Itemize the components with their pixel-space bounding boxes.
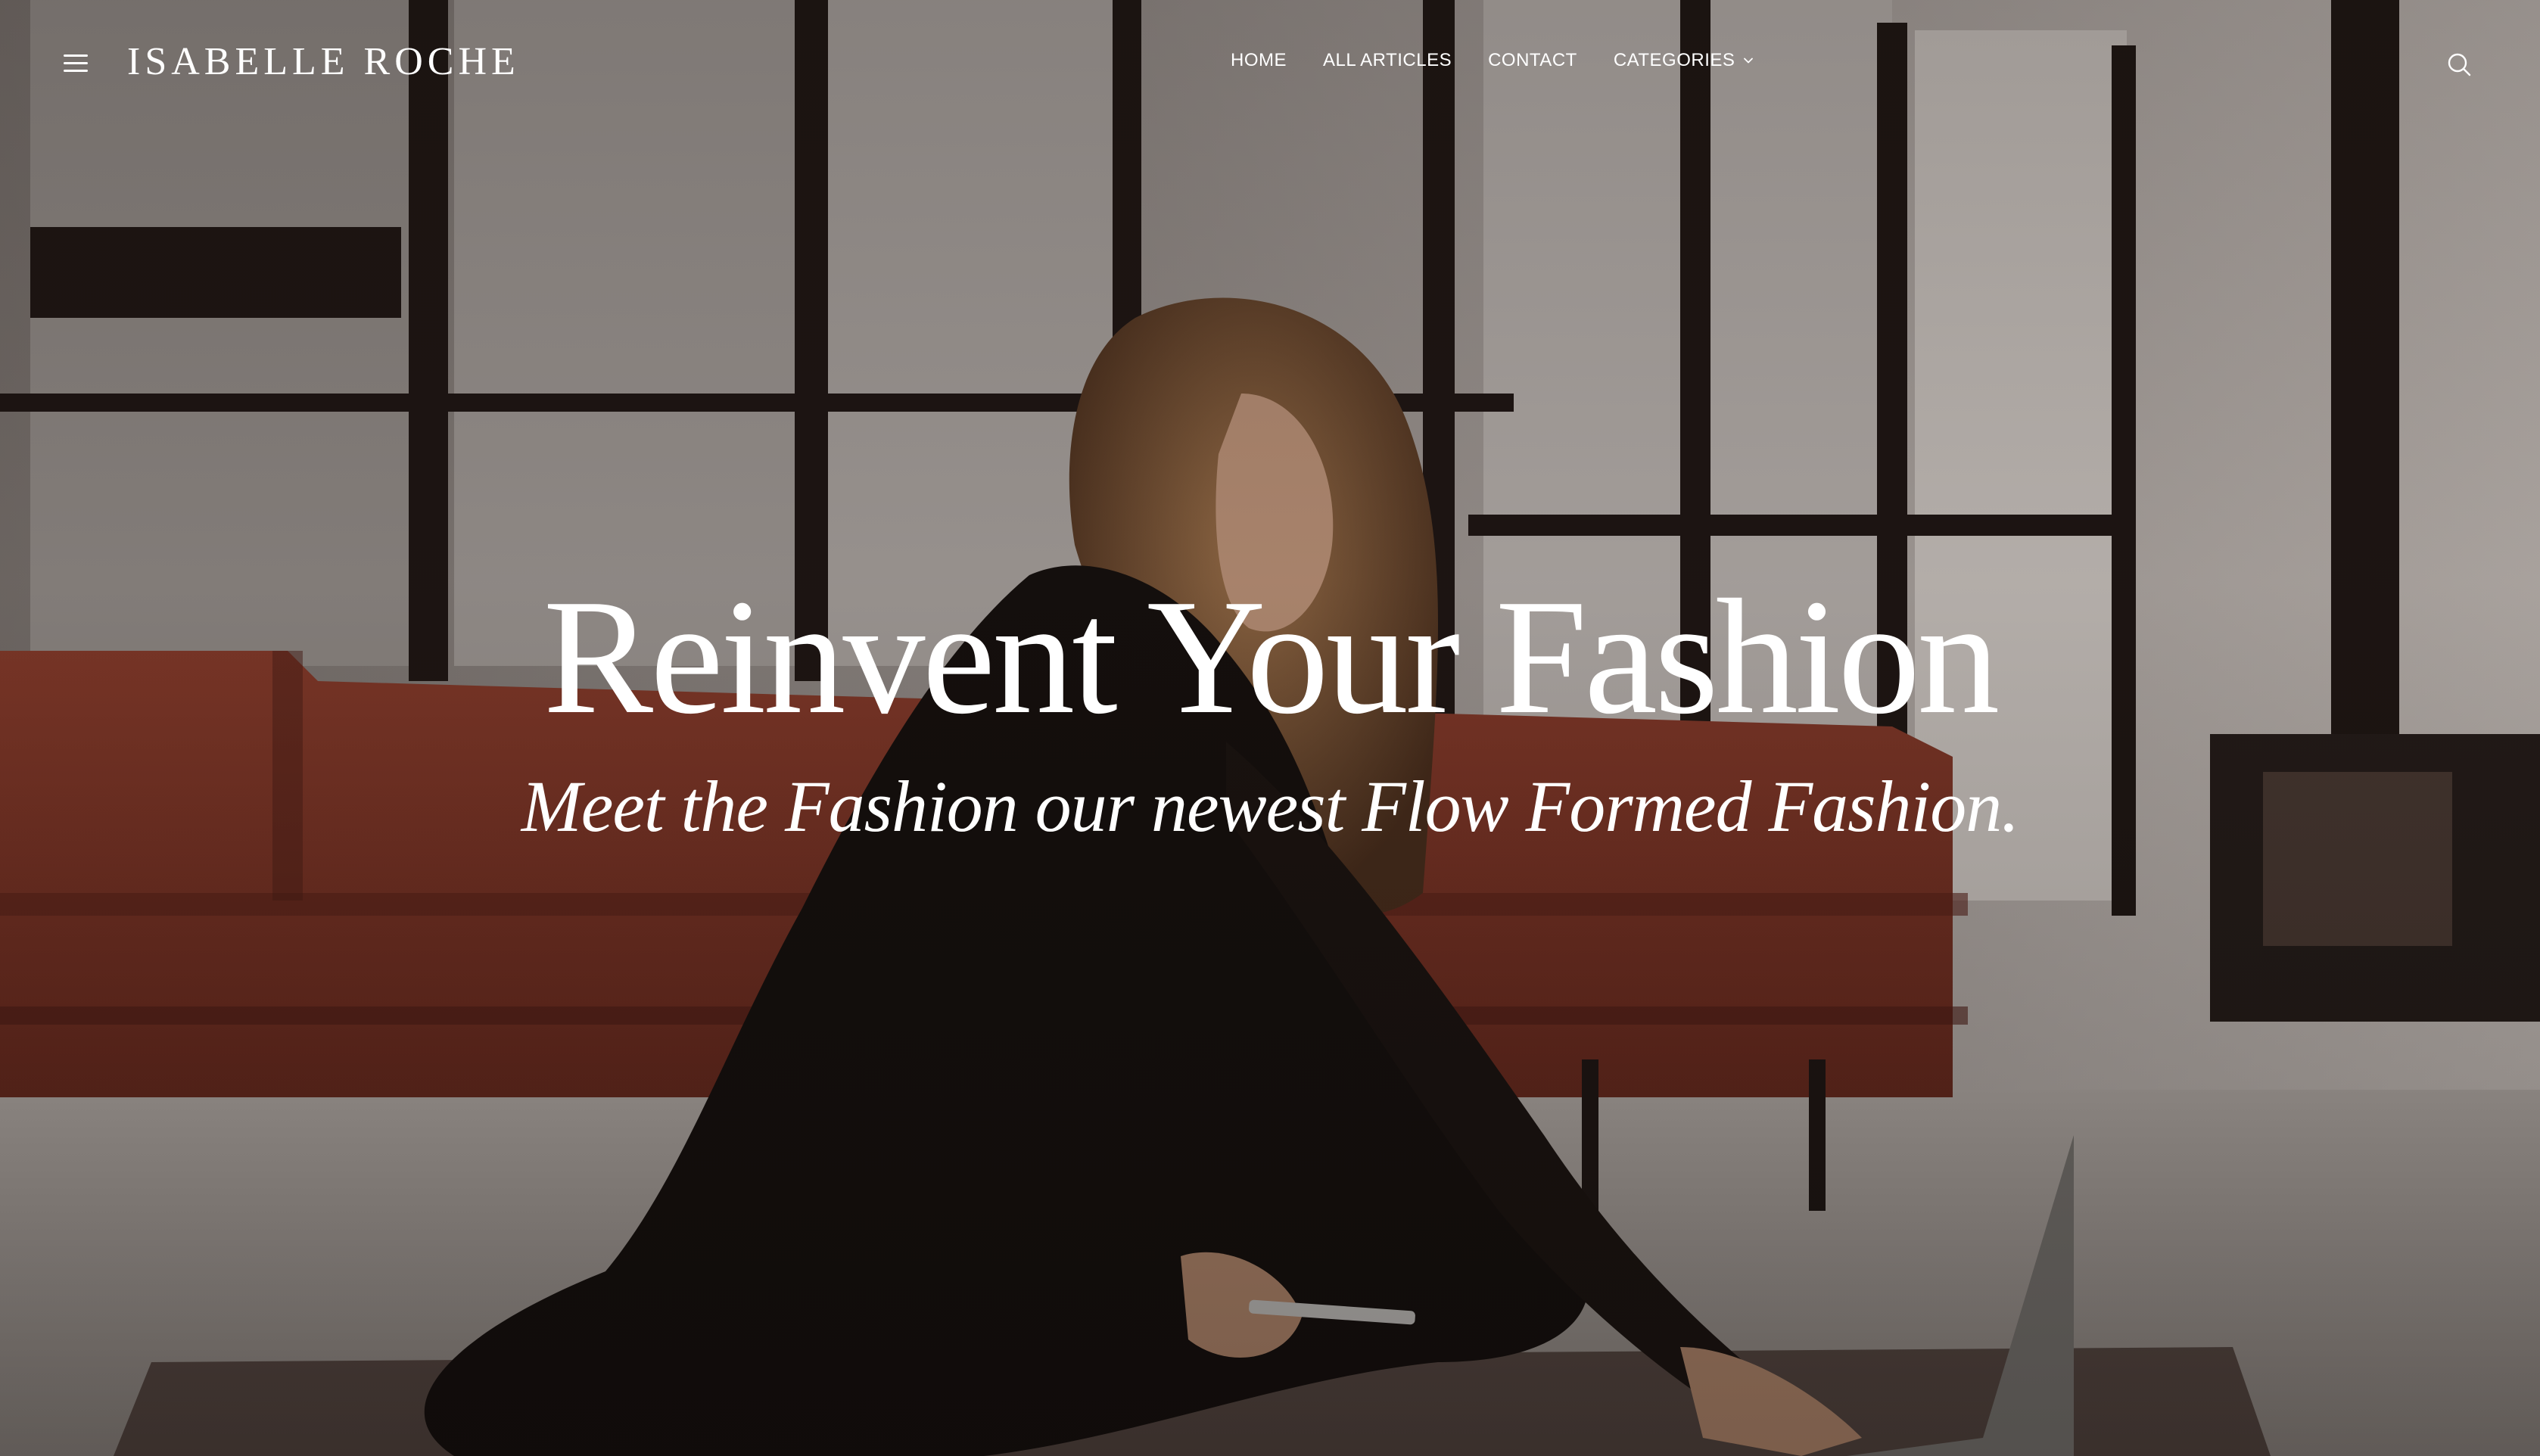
hero-title: Reinvent Your Fashion xyxy=(543,566,2000,748)
hero-section: ISABELLE ROCHE HOME ALL ARTICLES CONTACT… xyxy=(0,0,2540,1456)
nav-item-all-articles[interactable]: ALL ARTICLES xyxy=(1323,50,1452,71)
main-navigation: HOME ALL ARTICLES CONTACT CATEGORIES xyxy=(1231,50,1754,71)
nav-item-categories[interactable]: CATEGORIES xyxy=(1614,50,1755,71)
nav-item-categories-label: CATEGORIES xyxy=(1613,50,1735,70)
hamburger-menu-icon[interactable] xyxy=(64,53,88,74)
nav-item-contact[interactable]: CONTACT xyxy=(1488,50,1577,71)
search-icon[interactable] xyxy=(2446,51,2472,77)
site-header: ISABELLE ROCHE HOME ALL ARTICLES CONTACT… xyxy=(0,0,2540,127)
chevron-down-icon xyxy=(1744,58,1754,64)
hero-subtitle: Meet the Fashion our newest Flow Formed … xyxy=(521,766,2019,847)
site-logo[interactable]: ISABELLE ROCHE xyxy=(127,39,520,84)
nav-item-home[interactable]: HOME xyxy=(1231,50,1287,71)
